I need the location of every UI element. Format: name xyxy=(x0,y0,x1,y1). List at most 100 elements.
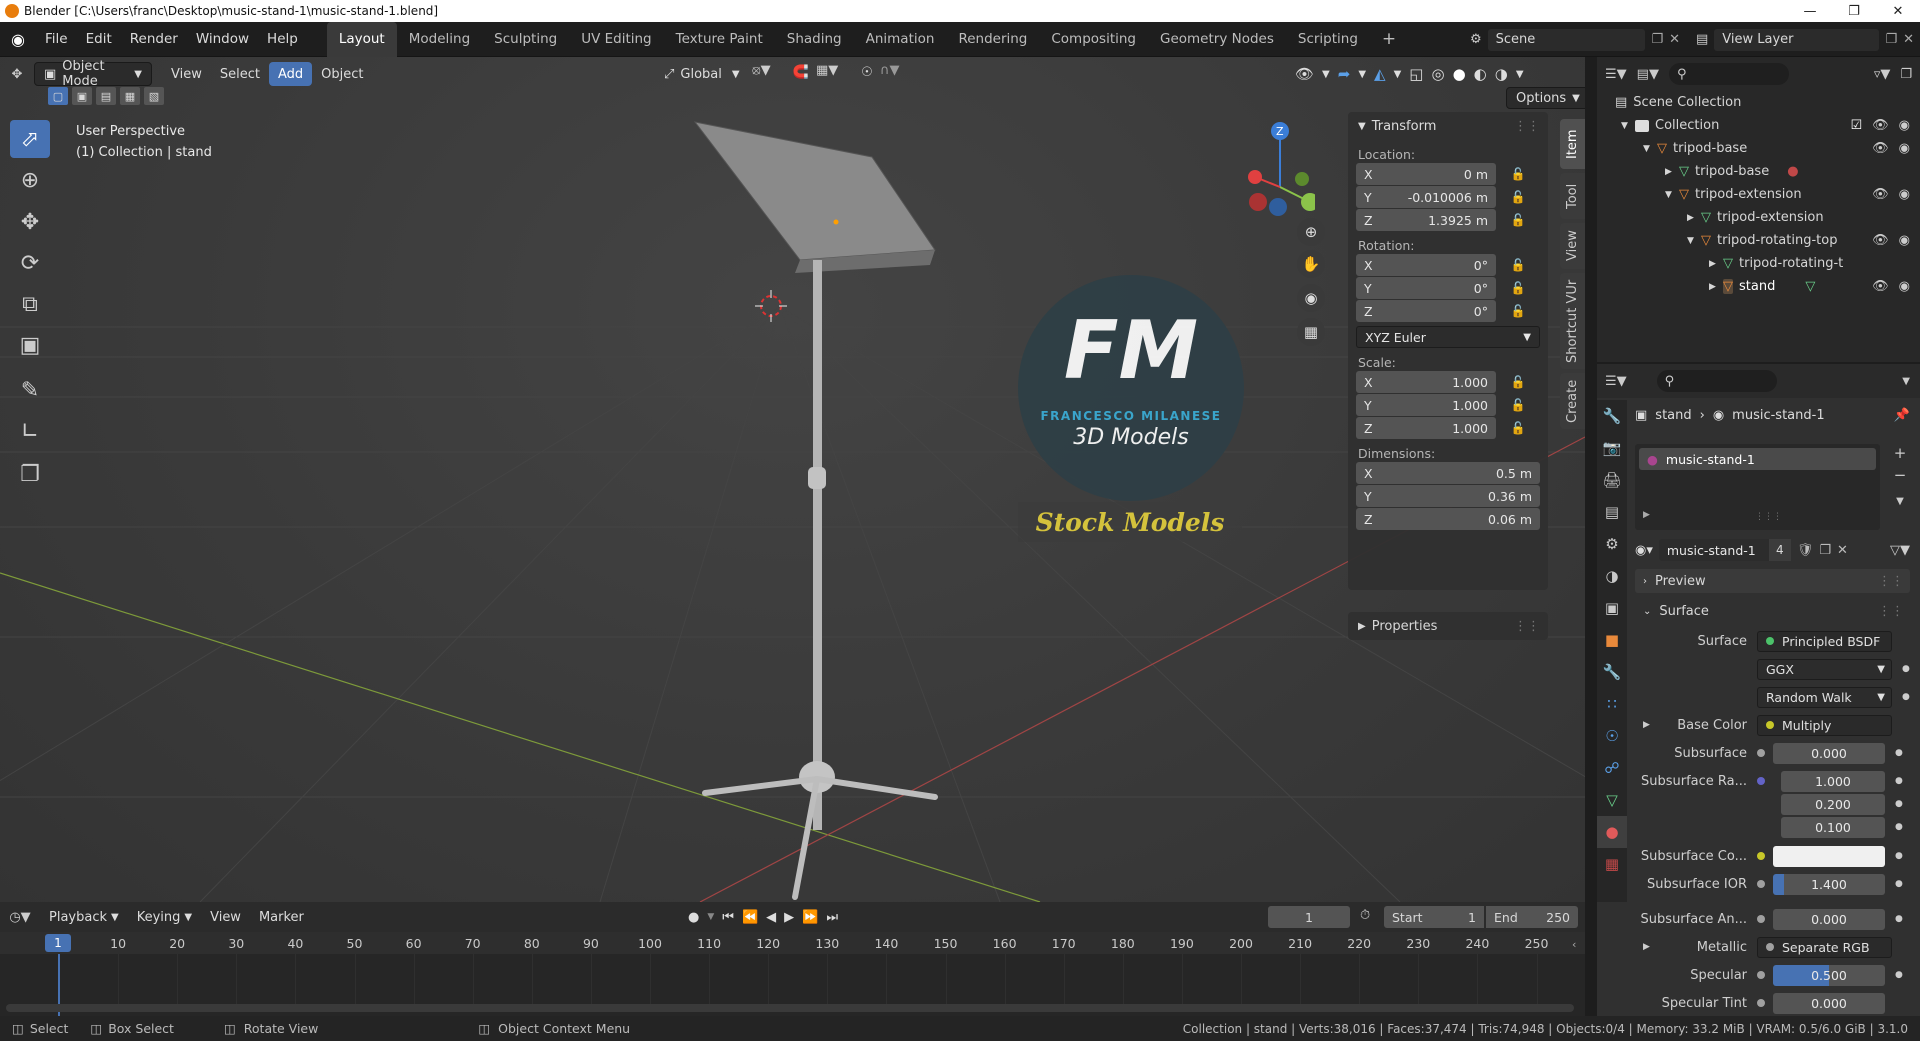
lock-icon[interactable]: 🔓 xyxy=(1496,300,1540,322)
outliner-row-stand[interactable]: ▶ ▽ stand ▽ 👁 ◉ xyxy=(1597,275,1920,298)
subsurface-color-swatch[interactable] xyxy=(1773,845,1885,867)
jump-end-icon[interactable]: ⏭ xyxy=(826,910,838,925)
location-z-field[interactable]: Z 1.3925 m xyxy=(1356,209,1496,231)
transform-tool[interactable]: ▣ xyxy=(10,326,50,364)
select-new-icon[interactable]: ▢ xyxy=(48,87,68,105)
end-frame-field[interactable]: End 250 xyxy=(1486,906,1578,928)
transform-orientation-dropdown[interactable]: ⤢ Global ▼ xyxy=(655,62,749,86)
tab-layout[interactable]: Layout xyxy=(326,21,397,57)
timeline-editor[interactable]: 10 20 30 40 50 60 70 80 90 100 110 120 130 140 150 160 1… xyxy=(0,932,1585,1016)
tab-shading[interactable]: Shading xyxy=(775,22,854,57)
preview-section-header[interactable]: › Preview ⋮⋮ xyxy=(1635,569,1910,593)
select-box-tool[interactable]: ⬀ xyxy=(10,120,50,158)
tab-shortcut-vur[interactable]: Shortcut VUr xyxy=(1560,273,1585,369)
tab-animation[interactable]: Animation xyxy=(854,22,947,57)
lock-icon[interactable]: 🔓 xyxy=(1496,209,1540,231)
tab-compositing[interactable]: Compositing xyxy=(1039,22,1148,57)
wireframe-shading-icon[interactable]: ◎ xyxy=(1431,65,1444,83)
duplicate-material-icon[interactable]: ❐ xyxy=(1819,543,1831,558)
lock-icon[interactable]: 🔓 xyxy=(1496,186,1540,208)
base-color-link[interactable]: Multiply xyxy=(1757,714,1892,736)
rotation-x-field[interactable]: X 0° xyxy=(1356,254,1496,276)
delete-scene-icon[interactable]: ✕ xyxy=(1669,32,1680,47)
delete-view-layer-icon[interactable]: ✕ xyxy=(1903,32,1914,47)
falloff-icon[interactable]: ∩▼ xyxy=(880,63,900,78)
scale-y-field[interactable]: Y 1.000 xyxy=(1356,394,1496,416)
timeline-menu-view[interactable]: View xyxy=(201,905,250,929)
properties-search-input[interactable]: ⚲ xyxy=(1656,370,1777,392)
overlay-toggle-icon[interactable]: ◭ xyxy=(1374,65,1386,83)
add-workspace-icon[interactable]: + xyxy=(1370,22,1408,57)
tool-tab-icon[interactable]: 🔧 xyxy=(1597,400,1627,432)
material-tab-icon[interactable]: ● xyxy=(1597,816,1627,848)
display-mode-icon[interactable]: ▤▼ xyxy=(1637,67,1659,82)
camera-icon[interactable]: ◉ xyxy=(1899,141,1910,156)
rotation-z-field[interactable]: Z 0° xyxy=(1356,300,1496,322)
scene-selector[interactable]: ⚙ Scene ❐ ✕ xyxy=(1470,27,1680,52)
subsurface-field[interactable]: 0.000 xyxy=(1773,742,1885,764)
tab-tool[interactable]: Tool xyxy=(1560,173,1585,219)
material-users-count[interactable]: 4 xyxy=(1768,539,1791,561)
remove-slot-icon[interactable]: − xyxy=(1894,466,1907,484)
properties-panel-header[interactable]: ▶ Properties ⋮⋮ xyxy=(1348,612,1548,640)
material-name-field[interactable]: music-stand-1 xyxy=(1658,539,1769,561)
camera-icon[interactable]: ◉ xyxy=(1899,279,1910,294)
socket-icon[interactable] xyxy=(1757,852,1765,860)
menu-edit[interactable]: Edit xyxy=(77,22,121,57)
data-tab-icon[interactable]: ▽ xyxy=(1597,784,1627,816)
lock-icon[interactable]: 🔓 xyxy=(1496,163,1540,185)
surface-section-header[interactable]: ⌄ Surface ⋮⋮ xyxy=(1635,599,1910,623)
rendered-shading-icon[interactable]: ◑ xyxy=(1495,65,1508,83)
dimensions-x-field[interactable]: X 0.5 m xyxy=(1356,462,1540,484)
select-extend-icon[interactable]: ▣ xyxy=(72,87,92,105)
rotate-tool[interactable]: ⟳ xyxy=(10,244,50,282)
3d-viewport[interactable]: ✥ ▣ Object Mode ▼ View Select Add Object ⤢… xyxy=(0,57,1585,902)
particles-tab-icon[interactable]: ∷ xyxy=(1597,688,1627,720)
transform-panel-header[interactable]: ▼ Transform ⋮⋮ xyxy=(1348,112,1548,140)
gizmo-neg-z-icon[interactable] xyxy=(1269,198,1287,216)
jump-keyframe-back-icon[interactable]: ⏪ xyxy=(742,910,758,925)
socket-icon[interactable] xyxy=(1757,999,1765,1007)
ortho-grid-icon[interactable]: ▦ xyxy=(1297,318,1325,346)
dimensions-z-field[interactable]: Z 0.06 m xyxy=(1356,508,1540,530)
minimize-icon[interactable]: — xyxy=(1788,0,1832,22)
close-icon[interactable]: ✕ xyxy=(1876,0,1920,22)
modifier-tab-icon[interactable]: 🔧 xyxy=(1597,656,1627,688)
add-slot-icon[interactable]: + xyxy=(1894,444,1907,462)
scene-name-field[interactable]: Scene xyxy=(1487,28,1646,51)
lock-icon[interactable]: 🔓 xyxy=(1496,254,1540,276)
rotation-mode-dropdown[interactable]: XYZ Euler ▼ xyxy=(1356,326,1540,348)
socket-icon[interactable] xyxy=(1757,749,1765,757)
select-invert-icon[interactable]: ▦ xyxy=(120,87,140,105)
view-layer-name-field[interactable]: View Layer xyxy=(1714,28,1880,51)
timeline-menu-playback[interactable]: Playback ▼ xyxy=(40,905,128,929)
new-view-layer-icon[interactable]: ❐ xyxy=(1885,32,1897,47)
music-stand-model[interactable] xyxy=(693,121,938,900)
subsurface-ior-field[interactable]: 1.400 xyxy=(1773,873,1885,895)
select-intersect-icon[interactable]: ▧ xyxy=(144,87,164,105)
material-shading-icon[interactable]: ◐ xyxy=(1474,65,1487,83)
physics-tab-icon[interactable]: ☉ xyxy=(1597,720,1627,752)
xray-icon[interactable]: ◱ xyxy=(1409,65,1423,83)
viewport-menu-object[interactable]: Object xyxy=(312,62,372,86)
world-tab-icon[interactable]: ◑ xyxy=(1597,560,1627,592)
view-layer-selector[interactable]: ▤ View Layer ❐ ✕ xyxy=(1696,27,1914,52)
surface-shader-link[interactable]: Principled BSDF xyxy=(1757,630,1892,652)
outliner-editor-type-icon[interactable]: ☰▼ xyxy=(1605,67,1627,82)
zoom-icon[interactable]: ⊕ xyxy=(1297,218,1325,246)
outliner-row-tripod-rotating-top-mesh[interactable]: ▶ ▽ tripod-rotating-t xyxy=(1597,252,1920,275)
eye-icon[interactable]: 👁 xyxy=(1872,233,1889,248)
play-reverse-icon[interactable]: ◀ xyxy=(766,910,776,925)
lock-icon[interactable]: 🔓 xyxy=(1496,417,1540,439)
maximize-icon[interactable]: ❐ xyxy=(1832,0,1876,22)
snap-target-icon[interactable]: ▦▼ xyxy=(816,63,838,78)
move-tool[interactable]: ✥ xyxy=(10,203,50,241)
annotate-tool[interactable]: ✎ xyxy=(10,371,50,409)
viewport-menu-add[interactable]: Add xyxy=(268,62,313,86)
lock-icon[interactable]: 🔓 xyxy=(1496,371,1540,393)
camera-icon[interactable]: ◉ xyxy=(1899,187,1910,202)
timeline-collapse-icon[interactable]: ‹ xyxy=(1572,938,1576,951)
lock-icon[interactable]: 🔓 xyxy=(1496,394,1540,416)
scale-tool[interactable]: ⧉ xyxy=(10,285,50,323)
stopwatch-icon[interactable]: ⏱ xyxy=(1360,908,1370,923)
